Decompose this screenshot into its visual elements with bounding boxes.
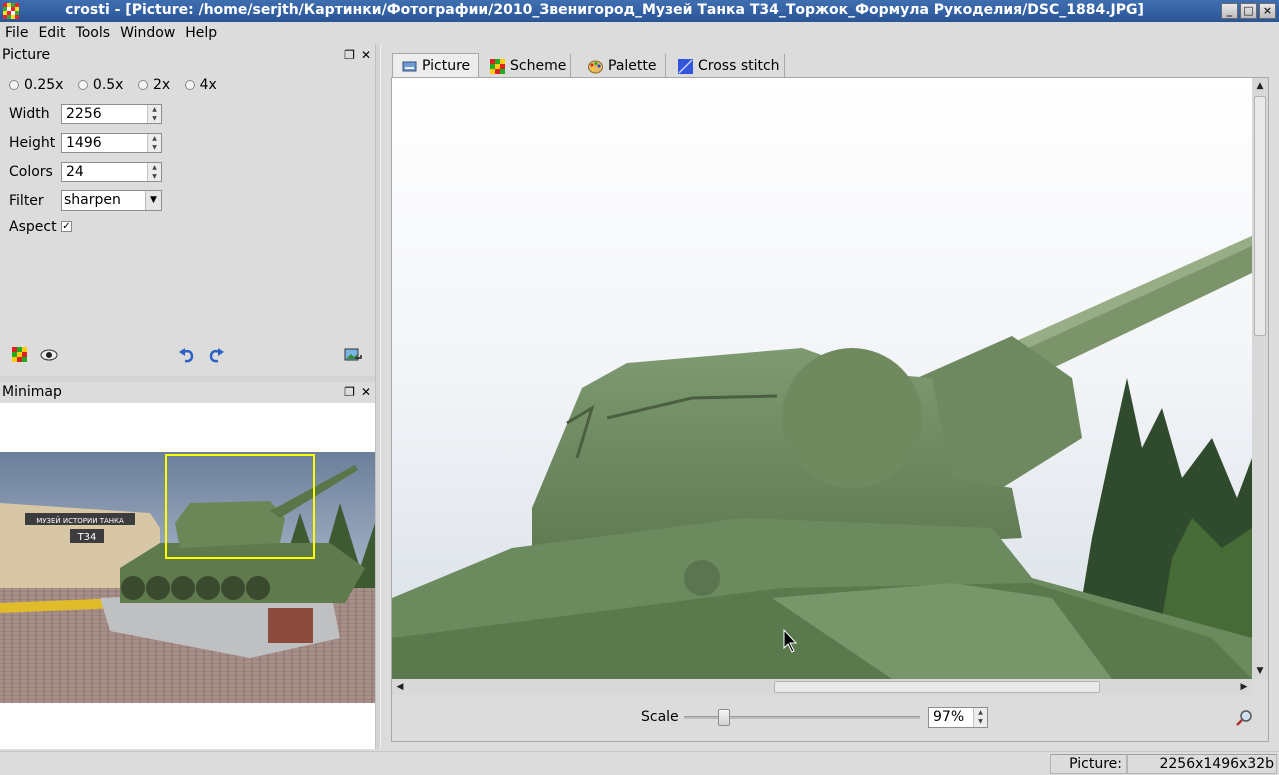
colors-spinbox[interactable]: 24 ▲ ▼ bbox=[61, 162, 162, 182]
radio-option-4x[interactable]: 4x bbox=[184, 77, 217, 93]
apply-button[interactable] bbox=[342, 344, 364, 366]
width-label: Width bbox=[9, 106, 50, 122]
redo-icon bbox=[209, 348, 224, 363]
zoom-fit-button[interactable] bbox=[1234, 707, 1256, 729]
scroll-up-icon[interactable]: ▲ bbox=[1252, 78, 1268, 94]
close-button[interactable]: × bbox=[1259, 3, 1276, 19]
scale-label: Scale bbox=[641, 709, 679, 725]
scale-radio-group: 0.25x 0.5x 2x 4x bbox=[9, 77, 227, 93]
radio-option-2x[interactable]: 2x bbox=[137, 77, 170, 93]
vertical-scroll-thumb[interactable] bbox=[1254, 96, 1266, 336]
scheme-grid-button[interactable] bbox=[9, 344, 31, 366]
title-bar: crosti - [Picture: /home/serjth/Картинки… bbox=[0, 0, 1279, 22]
minimap-view[interactable]: МУЗЕЙ ИСТОРИИ ТАНКА Т34 bbox=[0, 403, 375, 749]
aspect-checkbox[interactable]: ✓ bbox=[61, 221, 72, 232]
close-icon[interactable]: ✕ bbox=[361, 48, 371, 62]
chevron-down-icon[interactable]: ▼ bbox=[145, 191, 161, 210]
undo-icon bbox=[179, 348, 194, 363]
status-label: Picture: bbox=[1050, 754, 1127, 774]
spin-arrows-icon[interactable]: ▲ ▼ bbox=[147, 105, 161, 123]
menu-bar: File Edit Tools Window Help bbox=[0, 22, 1279, 44]
magnifier-icon bbox=[1236, 710, 1252, 726]
image-export-icon bbox=[344, 348, 362, 361]
menu-edit[interactable]: Edit bbox=[33, 22, 70, 42]
spin-arrows-icon[interactable]: ▲ ▼ bbox=[147, 163, 161, 181]
width-spinbox[interactable]: 2256 ▲ ▼ bbox=[61, 104, 162, 124]
menu-file[interactable]: File bbox=[0, 22, 33, 42]
height-label: Height bbox=[9, 135, 56, 151]
redo-button[interactable] bbox=[205, 344, 227, 366]
horizontal-scroll-thumb[interactable] bbox=[774, 681, 1100, 693]
scroll-left-icon[interactable]: ◀ bbox=[392, 679, 408, 695]
filter-combobox[interactable]: sharpen ▼ bbox=[61, 190, 162, 211]
picture-icon bbox=[402, 61, 417, 72]
eye-icon bbox=[40, 349, 58, 361]
tab-picture[interactable]: Picture bbox=[392, 53, 479, 78]
tab-palette[interactable]: Palette bbox=[579, 54, 666, 78]
aspect-label: Aspect bbox=[9, 219, 57, 235]
cross-stitch-icon bbox=[678, 59, 693, 74]
spin-arrows-icon[interactable]: ▲ ▼ bbox=[147, 134, 161, 152]
status-bar: Picture: 2256x1496x32b bbox=[0, 751, 1279, 775]
color-grid-icon bbox=[490, 59, 505, 74]
vertical-scrollbar[interactable]: ▲ ▼ bbox=[1252, 78, 1268, 679]
menu-tools[interactable]: Tools bbox=[71, 22, 116, 42]
picture-panel-header: Picture ❐ ✕ bbox=[0, 45, 375, 65]
main-splitter[interactable] bbox=[375, 44, 381, 749]
minimap-panel-header: Minimap ❐ ✕ bbox=[0, 382, 375, 402]
tab-scheme[interactable]: Scheme bbox=[481, 54, 571, 78]
height-spinbox[interactable]: 1496 ▲ ▼ bbox=[61, 133, 162, 153]
window-title: crosti - [Picture: /home/serjth/Картинки… bbox=[65, 2, 1144, 18]
radio-option-0.5x[interactable]: 0.5x bbox=[77, 77, 123, 93]
preview-button[interactable] bbox=[38, 344, 60, 366]
colors-label: Colors bbox=[9, 164, 53, 180]
palette-icon bbox=[588, 60, 603, 74]
horizontal-scrollbar[interactable]: ◀ ▶ bbox=[392, 679, 1252, 695]
picture-image bbox=[392, 78, 1252, 679]
scroll-down-icon[interactable]: ▼ bbox=[1252, 663, 1268, 679]
menu-window[interactable]: Window bbox=[115, 22, 180, 42]
menu-help[interactable]: Help bbox=[180, 22, 222, 42]
picture-panel-title: Picture bbox=[2, 47, 51, 63]
tab-cross-stitch[interactable]: Cross stitch bbox=[669, 54, 785, 78]
zoom-spinbox[interactable]: 97% ▲ ▼ bbox=[928, 707, 988, 728]
spin-arrows-icon[interactable]: ▲ ▼ bbox=[973, 708, 987, 727]
float-icon[interactable]: ❐ bbox=[344, 48, 355, 62]
picture-canvas[interactable] bbox=[392, 78, 1252, 679]
filter-label: Filter bbox=[9, 193, 44, 209]
minimap-sign-number: Т34 bbox=[77, 532, 97, 543]
minimap-panel-title: Minimap bbox=[2, 384, 62, 400]
scale-slider-handle[interactable] bbox=[718, 709, 730, 726]
float-icon[interactable]: ❐ bbox=[344, 385, 355, 399]
radio-option-0.25x[interactable]: 0.25x bbox=[9, 77, 63, 93]
maximize-button[interactable]: □ bbox=[1240, 3, 1257, 19]
minimap-image: МУЗЕЙ ИСТОРИИ ТАНКА Т34 bbox=[0, 452, 375, 703]
undo-button[interactable] bbox=[176, 344, 198, 366]
color-grid-icon bbox=[12, 347, 27, 362]
status-value: 2256x1496x32b bbox=[1127, 754, 1277, 774]
close-icon[interactable]: ✕ bbox=[361, 385, 371, 399]
scroll-right-icon[interactable]: ▶ bbox=[1236, 679, 1252, 695]
minimap-sign-text: МУЗЕЙ ИСТОРИИ ТАНКА bbox=[36, 516, 124, 525]
minimize-button[interactable]: _ bbox=[1221, 3, 1238, 19]
